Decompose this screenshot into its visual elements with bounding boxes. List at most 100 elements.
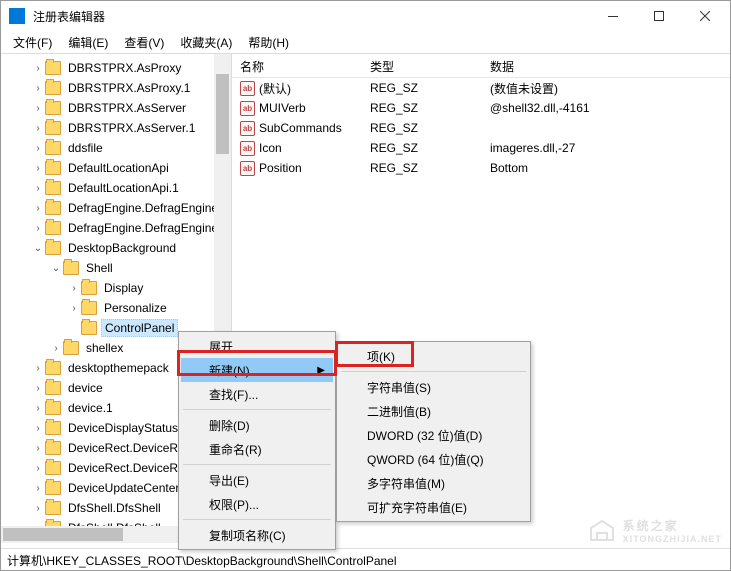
value-row[interactable]: ab(默认)REG_SZ(数值未设置) (232, 78, 730, 98)
tree-item[interactable]: ›DefragEngine.DefragEngine (1, 218, 231, 238)
column-data[interactable]: 数据 (482, 54, 730, 77)
column-type[interactable]: 类型 (362, 54, 482, 77)
tree-item[interactable]: ›Display (1, 278, 231, 298)
tree-item[interactable]: › DefaultLocationApi.1 (1, 178, 231, 198)
menu-item-label: 删除(D) (209, 417, 250, 434)
menu-item[interactable]: QWORD (64 位)值(Q) (339, 447, 528, 471)
menu-favorites[interactable]: 收藏夹(A) (172, 32, 240, 53)
string-value-icon: ab (240, 141, 255, 156)
tree-item[interactable]: ›DefaultLocationApi (1, 158, 231, 178)
folder-icon (45, 381, 61, 395)
expand-icon[interactable]: › (33, 363, 43, 373)
folder-icon (63, 261, 79, 275)
value-row[interactable]: abSubCommandsREG_SZ (232, 118, 730, 138)
minimize-button[interactable] (590, 1, 636, 31)
menu-view[interactable]: 查看(V) (116, 32, 172, 53)
status-path: 计算机\HKEY_CLASSES_ROOT\DesktopBackground\… (7, 554, 397, 568)
context-menu-new: 项(K) 字符串值(S) 二进制值(B)DWORD (32 位)值(D)QWORD … (336, 341, 531, 522)
menu-item[interactable]: 项(K) (339, 344, 528, 368)
tree-label: DeviceUpdateCenter (65, 480, 182, 496)
tree-item[interactable]: ›DBRSTPRX.AsServer (1, 98, 231, 118)
menu-item[interactable]: 复制项名称(C) (181, 523, 333, 547)
maximize-button[interactable] (636, 1, 682, 31)
menu-item[interactable]: 新建(N)▶ (181, 358, 333, 382)
expand-icon[interactable]: › (33, 423, 43, 433)
folder-icon (81, 281, 97, 295)
menu-item[interactable]: 导出(E) (181, 468, 333, 492)
expand-icon[interactable]: › (33, 183, 43, 193)
tree-label: DefaultLocationApi.1 (65, 180, 182, 196)
expand-icon[interactable]: ⌄ (33, 243, 43, 253)
expand-icon[interactable]: › (33, 403, 43, 413)
string-value-icon: ab (240, 121, 255, 136)
menu-item-label: 字符串值(S) (367, 379, 431, 396)
tree-item[interactable]: ›DBRSTPRX.AsProxy.1 (1, 78, 231, 98)
expand-icon[interactable]: › (69, 283, 79, 293)
value-row[interactable]: abMUIVerbREG_SZ@shell32.dll,-4161 (232, 98, 730, 118)
value-row[interactable]: abIconREG_SZimageres.dll,-27 (232, 138, 730, 158)
menu-item-label: 可扩充字符串值(E) (367, 499, 467, 516)
menu-item[interactable]: 展开 (181, 334, 333, 358)
tree-label: DesktopBackground (65, 240, 179, 256)
expand-icon[interactable]: › (33, 83, 43, 93)
folder-icon (45, 141, 61, 155)
menu-item[interactable]: 二进制值(B) (339, 399, 528, 423)
column-name[interactable]: 名称 (232, 54, 362, 77)
expand-icon[interactable]: › (33, 383, 43, 393)
menu-item-label: 导出(E) (209, 472, 249, 489)
context-menu-main: 展开新建(N)▶ 查找(F)... 删除(D) 重命名(R) 导出(E) 权限(P)...… (178, 331, 336, 550)
expand-icon[interactable]: › (33, 483, 43, 493)
menu-item[interactable]: 重命名(R) (181, 437, 333, 461)
folder-icon (45, 221, 61, 235)
menu-help[interactable]: 帮助(H) (240, 32, 297, 53)
menu-item[interactable]: 查找(F)... (181, 382, 333, 406)
menu-item[interactable]: 多字符串值(M) (339, 471, 528, 495)
folder-icon (45, 441, 61, 455)
value-name: SubCommands (259, 121, 342, 135)
tree-item[interactable]: ›ddsfile (1, 138, 231, 158)
value-type: REG_SZ (362, 161, 482, 175)
value-name: Position (259, 161, 302, 175)
value-name: Icon (259, 141, 282, 155)
statusbar: 计算机\HKEY_CLASSES_ROOT\DesktopBackground\… (1, 548, 730, 570)
menu-item-label: 查找(F)... (209, 386, 258, 403)
menu-item[interactable]: 可扩充字符串值(E) (339, 495, 528, 519)
window-title: 注册表编辑器 (33, 8, 590, 25)
expand-icon[interactable]: › (69, 303, 79, 313)
tree-item[interactable]: ⌄ DesktopBackground (1, 238, 231, 258)
expand-icon[interactable]: › (33, 503, 43, 513)
expand-icon[interactable]: › (33, 443, 43, 453)
watermark: 系统之家 XITONGZHIJIA.NET (587, 517, 722, 544)
menu-item-label: 新建(N) (209, 362, 250, 379)
expand-icon[interactable]: › (33, 63, 43, 73)
tree-label: ControlPanel (101, 319, 178, 337)
menu-item[interactable]: DWORD (32 位)值(D) (339, 423, 528, 447)
tree-item[interactable]: ›DBRSTPRX.AsServer.1 (1, 118, 231, 138)
tree-item[interactable]: ›DBRSTPRX.AsProxy (1, 58, 231, 78)
menu-edit[interactable]: 编辑(E) (60, 32, 116, 53)
expand-icon[interactable]: ⌄ (51, 263, 61, 273)
tree-item[interactable]: › DefragEngine.DefragEngine (1, 198, 231, 218)
expand-icon[interactable]: › (33, 123, 43, 133)
expand-icon[interactable]: › (33, 143, 43, 153)
folder-icon (45, 181, 61, 195)
expand-icon[interactable]: › (33, 463, 43, 473)
tree-label: DefragEngine.DefragEngine (65, 200, 221, 216)
expand-icon[interactable]: › (33, 163, 43, 173)
expand-icon[interactable] (69, 323, 79, 333)
value-name: (默认) (259, 80, 291, 97)
close-button[interactable] (682, 1, 728, 31)
expand-icon[interactable]: › (33, 203, 43, 213)
value-row[interactable]: abPositionREG_SZBottom (232, 158, 730, 178)
menu-item[interactable]: 权限(P)... (181, 492, 333, 516)
expand-icon[interactable]: › (33, 223, 43, 233)
tree-item[interactable]: ⌄Shell (1, 258, 231, 278)
menu-file[interactable]: 文件(F) (5, 32, 60, 53)
expand-icon[interactable]: › (51, 343, 61, 353)
tree-label: DfsShell.DfsShell (65, 500, 164, 516)
tree-item[interactable]: ›Personalize (1, 298, 231, 318)
string-value-icon: ab (240, 161, 255, 176)
expand-icon[interactable]: › (33, 103, 43, 113)
menu-item[interactable]: 删除(D) (181, 413, 333, 437)
menu-item[interactable]: 字符串值(S) (339, 375, 528, 399)
